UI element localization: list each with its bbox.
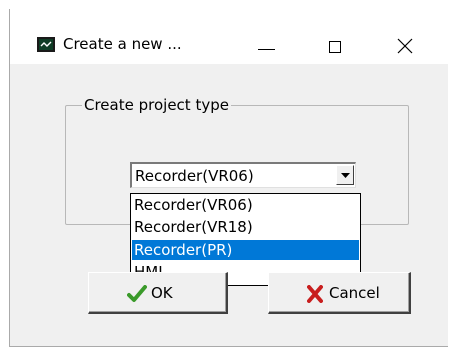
monitor-chart-icon[interactable] (37, 37, 55, 52)
cancel-button[interactable]: Cancel (268, 272, 411, 314)
window-title: Create a new ... (63, 35, 182, 53)
dropdown-button[interactable] (336, 165, 354, 185)
cancel-label: Cancel (329, 284, 380, 302)
dropdown-option-recorder-vr18[interactable]: Recorder(VR18) (132, 217, 359, 237)
combo-selected-value: Recorder(VR06) (135, 167, 254, 185)
close-button[interactable] (382, 24, 428, 64)
minimize-button[interactable] (244, 24, 290, 64)
group-label: Create project type (82, 96, 231, 114)
maximize-button[interactable] (312, 24, 358, 64)
chevron-down-icon (341, 173, 350, 178)
dropdown-option-recorder-pr[interactable]: Recorder(PR) (132, 240, 359, 260)
maximize-icon (329, 41, 341, 53)
title-bar[interactable]: Create a new ... (10, 9, 449, 64)
minimize-icon (258, 49, 275, 50)
close-icon (397, 38, 413, 54)
ok-button[interactable]: OK (88, 272, 228, 314)
checkmark-icon (127, 285, 147, 302)
ok-label: OK (151, 284, 173, 302)
x-mark-icon (307, 285, 323, 303)
dropdown-option-recorder-vr06[interactable]: Recorder(VR06) (132, 195, 359, 215)
project-type-combobox[interactable]: Recorder(VR06) (130, 162, 356, 188)
dialog-window: Create a new ... Create project type Rec… (9, 9, 449, 347)
